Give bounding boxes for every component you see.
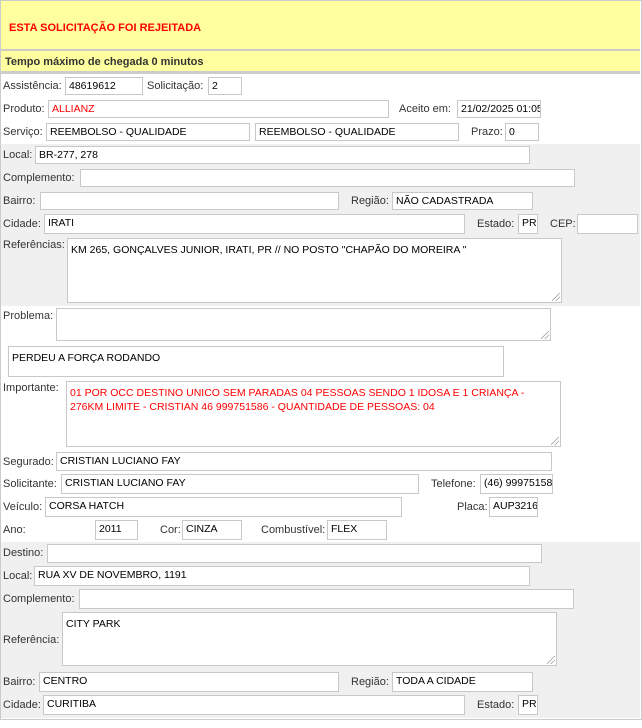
dest-local-input[interactable]: RUA XV DE NOVEMBRO, 1191 [34,566,530,586]
cep-label: CEP: [550,218,576,230]
dest-estado-input[interactable]: PR [518,695,538,715]
solicitacao-label: Solicitação: [147,80,204,92]
combustivel-label: Combustível: [261,524,326,536]
servico-label: Serviço: [3,126,43,138]
status-banner: ESTA SOLICITAÇÃO FOI REJEITADA [1,1,640,51]
complemento-input[interactable] [80,169,575,187]
regiao-input[interactable]: NÃO CADASTRADA [392,192,533,210]
prazo-input[interactable]: 0 [505,123,539,141]
servico-input[interactable]: REEMBOLSO - QUALIDADE [46,123,250,141]
aceito-input[interactable]: 21/02/2025 01:05 [457,100,541,118]
dest-local-label: Local: [3,570,33,582]
combustivel-input[interactable]: FLEX [327,520,387,540]
dest-complemento-label: Complemento: [3,593,75,605]
resize-grip-icon[interactable] [551,437,559,445]
destino-input[interactable] [47,544,542,563]
prazo-label: Prazo: [471,126,503,138]
veiculo-input[interactable]: CORSA HATCH [45,497,402,517]
placa-input[interactable]: AUP3216 [489,497,538,517]
problema-textarea[interactable] [56,308,551,341]
veiculo-label: Veículo: [3,501,43,513]
resize-grip-icon[interactable] [541,331,549,339]
destino-label: Destino: [3,547,44,559]
telefone-input[interactable]: (46) 999751586 [480,474,553,494]
cor-label: Cor: [160,524,181,536]
ano-label: Ano: [3,524,26,536]
solicitante-input[interactable]: CRISTIAN LUCIANO FAY [61,474,419,494]
dest-referencia-text: CITY PARK [66,618,121,630]
complemento-label: Complemento: [3,172,75,184]
arrival-text: Tempo máximo de chegada 0 minutos [5,56,204,68]
cor-input[interactable]: CINZA [182,520,242,540]
resize-grip-icon[interactable] [552,293,560,301]
importante-text: 01 POR OCC DESTINO UNICO SEM PARADAS 04 … [70,387,525,413]
telefone-label: Telefone: [431,478,476,490]
solicitante-label: Solicitante: [3,478,57,490]
resize-grip-icon[interactable] [547,656,555,664]
referencias-textarea[interactable]: KM 265, GONÇALVES JUNIOR, IRATI, PR // N… [67,238,562,303]
placa-label: Placa: [457,501,488,513]
dest-bairro-input[interactable]: CENTRO [39,672,339,692]
importante-textarea[interactable]: 01 POR OCC DESTINO UNICO SEM PARADAS 04 … [66,381,561,447]
solicitacao-form: ESTA SOLICITAÇÃO FOI REJEITADA Tempo máx… [0,0,642,728]
produto-label: Produto: [3,103,45,115]
dest-referencia-textarea[interactable]: CITY PARK [62,612,557,666]
servico-detail-input[interactable]: REEMBOLSO - QUALIDADE [255,123,459,141]
dest-regiao-input[interactable]: TODA A CIDADE [392,672,533,692]
dest-cidade-input[interactable]: CURITIBA [43,695,465,715]
produto-input[interactable]: ALLIANZ [48,100,389,118]
assistencia-label: Assistência: [3,80,62,92]
aceito-label: Aceito em: [399,103,451,115]
solicitacao-input[interactable]: 2 [208,77,242,95]
referencias-text: KM 265, GONÇALVES JUNIOR, IRATI, PR // N… [71,244,467,256]
ano-input[interactable]: 2011 [95,520,138,540]
estado-input[interactable]: PR [518,214,538,234]
assistencia-input[interactable]: 48619612 [65,77,143,95]
dest-cidade-label: Cidade: [3,699,41,711]
problema-desc-text: PERDEU A FORÇA RODANDO [12,352,161,364]
bairro-input[interactable] [40,192,339,210]
dest-bairro-label: Bairro: [3,676,36,688]
local-input[interactable]: BR-277, 278 [35,146,530,164]
estado-label: Estado: [477,218,515,230]
problema-desc-textarea[interactable]: PERDEU A FORÇA RODANDO [8,346,504,377]
arrival-banner: Tempo máximo de chegada 0 minutos [1,51,640,74]
bairro-label: Bairro: [3,195,36,207]
importante-label: Importante: [3,382,59,394]
cidade-input[interactable]: IRATI [44,214,465,234]
local-label: Local: [3,149,33,161]
dest-referencia-label: Referência: [3,634,60,646]
problema-label: Problema: [3,310,54,322]
dest-estado-label: Estado: [477,699,515,711]
cep-input[interactable] [577,214,638,234]
regiao-label: Região: [351,195,389,207]
segurado-label: Segurado: [3,456,54,468]
status-text: ESTA SOLICITAÇÃO FOI REJEITADA [9,22,202,34]
cidade-label: Cidade: [3,218,41,230]
dest-complemento-input[interactable] [79,589,574,609]
referencias-label: Referências: [3,239,65,251]
segurado-input[interactable]: CRISTIAN LUCIANO FAY [56,452,552,471]
dest-regiao-label: Região: [351,676,389,688]
